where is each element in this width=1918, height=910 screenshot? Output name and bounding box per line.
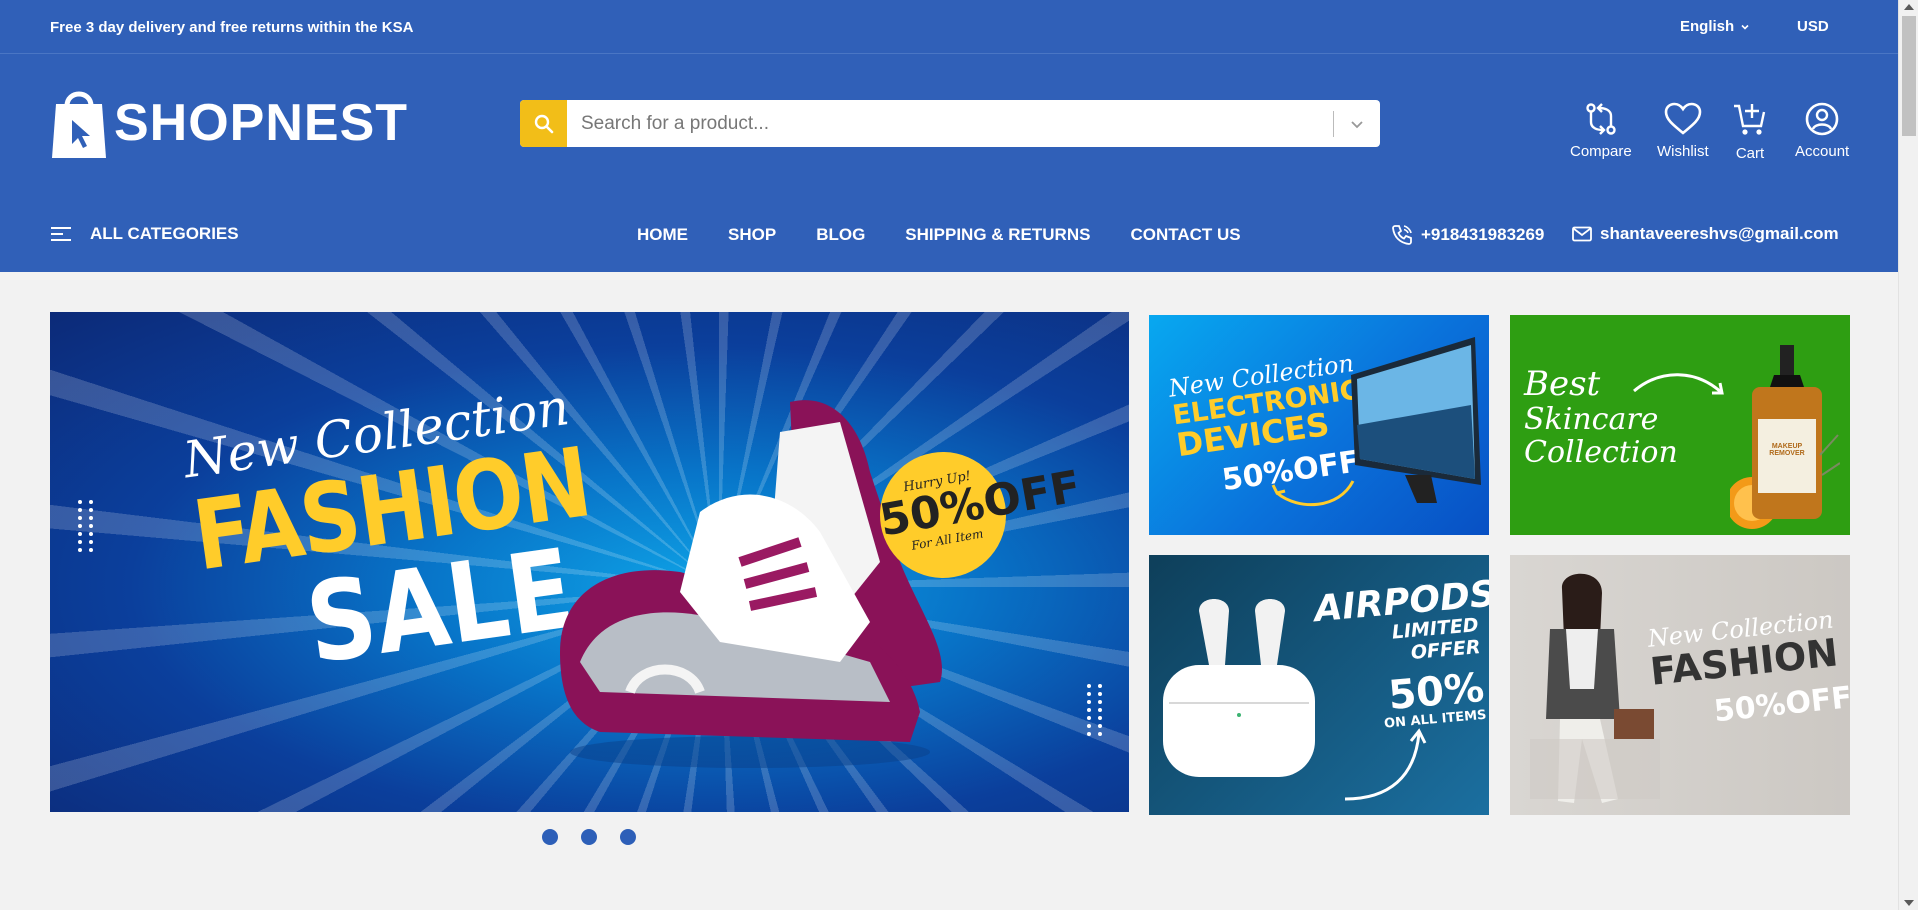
email-contact[interactable]: shantaveereshvs@gmail.com <box>1572 224 1839 244</box>
promo-electronic-devices[interactable]: New Collection ELECTRONIC DEVICES 50%OFF <box>1149 315 1489 535</box>
menu-icon <box>51 227 71 241</box>
model-woman-image <box>1530 573 1660 803</box>
language-label: English <box>1680 18 1735 35</box>
delivery-promo-text: Free 3 day delivery and free returns wit… <box>50 19 414 36</box>
account-button[interactable]: Account <box>1795 102 1849 160</box>
serum-bottle-image: MAKEUP REMOVER <box>1726 335 1841 535</box>
mail-icon <box>1572 226 1592 242</box>
phone-number: +918431983269 <box>1421 225 1545 244</box>
user-icon <box>1805 102 1839 136</box>
slider-dot-3[interactable] <box>620 829 636 845</box>
fashion-text-group: New Collection FASHION 50%OFF <box>1645 605 1850 735</box>
search-category-dropdown[interactable] <box>1334 100 1380 147</box>
main-nav: HOME SHOP BLOG SHIPPING & RETURNS CONTAC… <box>637 225 1241 245</box>
nav-link-shop[interactable]: SHOP <box>728 225 776 245</box>
slider-dot-2[interactable] <box>581 829 597 845</box>
airpods-text-group: AIRPODS LIMITED OFFER 50% ON ALL ITEMS <box>1313 574 1489 737</box>
curved-arrow-icon <box>1271 480 1355 507</box>
page-scrollbar[interactable] <box>1898 0 1918 910</box>
all-categories-button[interactable]: ALL CATEGORIES <box>50 224 239 244</box>
compare-button[interactable]: Compare <box>1570 102 1632 160</box>
curved-arrow-up-icon <box>1344 728 1427 801</box>
site-logo[interactable]: SHOPNEST <box>50 86 408 160</box>
phone-contact[interactable]: +918431983269 <box>1391 224 1544 246</box>
search-button[interactable] <box>520 100 567 147</box>
bottle-graphic <box>1726 345 1841 529</box>
nav-link-shipping-returns[interactable]: SHIPPING & RETURNS <box>905 225 1090 245</box>
airpods-case-image <box>1163 599 1315 777</box>
all-categories-label: ALL CATEGORIES <box>90 224 239 243</box>
search-bar <box>520 100 1380 147</box>
top-announcement-bar: Free 3 day delivery and free returns wit… <box>0 0 1898 54</box>
sneaker-image <box>560 400 942 768</box>
logo-text: SHOPNEST <box>114 94 409 152</box>
nav-link-blog[interactable]: BLOG <box>816 225 865 245</box>
search-icon <box>534 114 553 133</box>
cart-icon <box>1734 104 1766 135</box>
compare-label: Compare <box>1570 143 1632 160</box>
arrow-right-icon <box>1633 373 1724 395</box>
main-navigation-row: ALL CATEGORIES HOME SHOP BLOG SHIPPING &… <box>0 220 1898 254</box>
scroll-up-arrow-icon[interactable] <box>1904 4 1914 10</box>
serum-label-text: MAKEUP REMOVER <box>1769 443 1805 457</box>
promo-best-skincare[interactable]: Best Skincare Collection MAKEUP REMOVER <box>1510 315 1850 535</box>
decorative-dots-left <box>78 500 95 552</box>
scrollbar-thumb[interactable] <box>1902 16 1916 136</box>
wishlist-button[interactable]: Wishlist <box>1657 102 1709 160</box>
slider-pagination <box>542 829 636 845</box>
cart-label: Cart <box>1735 145 1765 162</box>
search-input[interactable] <box>567 100 1333 147</box>
nav-link-home[interactable]: HOME <box>637 225 688 245</box>
email-address: shantaveereshvs@gmail.com <box>1600 224 1839 243</box>
scroll-down-arrow-icon[interactable] <box>1904 900 1914 906</box>
fashion-percent: 50%OFF <box>1712 680 1850 730</box>
account-label: Account <box>1795 143 1850 160</box>
chevron-down-icon <box>1741 24 1749 30</box>
slider-dot-1[interactable] <box>542 829 558 845</box>
language-selector[interactable]: English <box>1680 18 1750 35</box>
shopping-bag-logo-icon <box>52 91 106 158</box>
hero-banner-slide[interactable]: New Collection FASHION SALE Hurry Up! 50… <box>50 312 1129 812</box>
promo-airpods[interactable]: AIRPODS LIMITED OFFER 50% ON ALL ITEMS <box>1149 555 1489 815</box>
skincare-line-3: Collection <box>1524 434 1678 470</box>
phone-icon <box>1392 225 1412 245</box>
compare-icon <box>1586 103 1616 135</box>
site-header: SHOPNEST Compare Wishlist <box>0 54 1898 272</box>
chevron-down-icon <box>1351 120 1363 128</box>
currency-selector[interactable]: USD <box>1797 18 1829 35</box>
heart-icon <box>1664 102 1702 135</box>
decorative-dots-right <box>1087 684 1104 736</box>
nav-link-contact-us[interactable]: CONTACT US <box>1130 225 1240 245</box>
wishlist-label: Wishlist <box>1657 143 1709 160</box>
cart-button[interactable]: Cart <box>1733 102 1767 162</box>
skincare-line-2: Skincare <box>1524 401 1659 437</box>
curved-tv-image <box>1351 337 1481 503</box>
promo-new-collection-fashion[interactable]: New Collection FASHION 50%OFF <box>1510 555 1850 815</box>
